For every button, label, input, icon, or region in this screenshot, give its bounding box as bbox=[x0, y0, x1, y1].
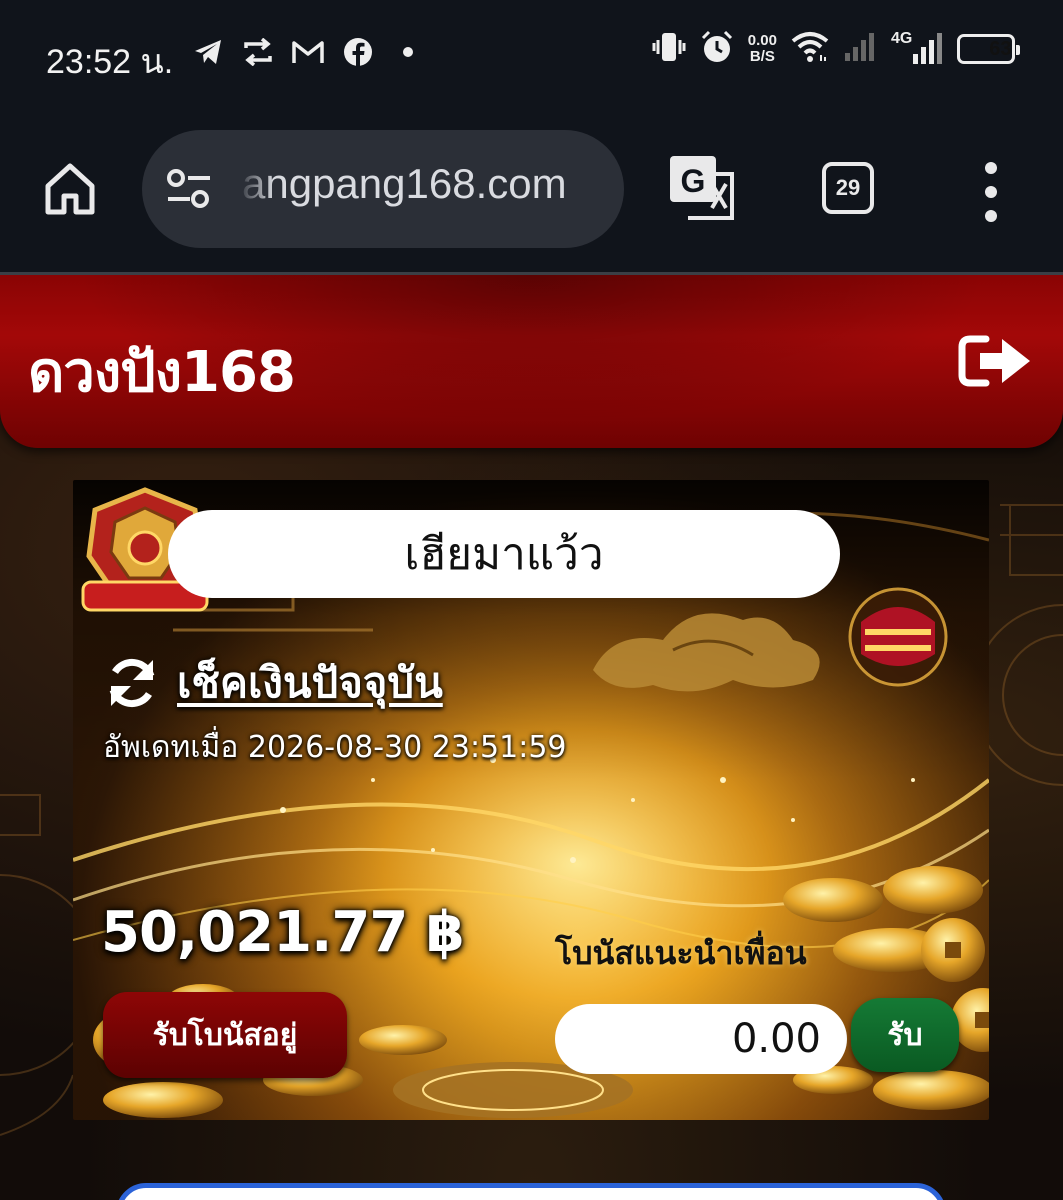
net-speed-unit: B/S bbox=[749, 48, 775, 65]
site-title: ดวงปัง168 bbox=[28, 340, 296, 405]
last-updated-text: อัพเดทเมื่อ 2026-08-30 23:51:59 bbox=[103, 730, 567, 765]
svg-text:G: G bbox=[681, 163, 706, 199]
home-button[interactable] bbox=[40, 158, 100, 218]
site-header: ดวงปัง168 bbox=[0, 275, 1063, 448]
friend-bonus-amount-field: 0.00 bbox=[555, 1004, 847, 1074]
url-fade bbox=[238, 160, 274, 220]
emblem-right-logo bbox=[843, 582, 953, 692]
alarm-icon bbox=[700, 30, 734, 68]
bonus-status-button[interactable]: รับโบนัสอยู่ bbox=[103, 992, 347, 1078]
more-vert-icon[interactable] bbox=[976, 162, 1006, 222]
wifi-icon bbox=[791, 31, 829, 67]
claim-bonus-label[interactable]: รับ bbox=[887, 1012, 922, 1059]
vibrate-icon bbox=[652, 30, 686, 68]
address-bar[interactable]: angpang168.com bbox=[142, 130, 624, 248]
translate-icon: G bbox=[670, 156, 734, 220]
battery-icon: 63 bbox=[957, 34, 1020, 64]
url-text[interactable]: angpang168.com bbox=[242, 160, 608, 208]
check-balance-label[interactable]: เช็คเงินปัจจุบัน bbox=[177, 650, 443, 716]
claim-bonus-button[interactable]: รับ bbox=[851, 998, 959, 1072]
bonus-status-label[interactable]: รับโบนัสอยู่ bbox=[153, 1012, 298, 1059]
check-balance-link[interactable]: เช็คเงินปัจจุบัน bbox=[103, 650, 443, 716]
next-section-button[interactable] bbox=[116, 1183, 946, 1200]
gmail-icon bbox=[292, 36, 324, 68]
system-icons: 0.00 B/S 4G 63 bbox=[652, 30, 1020, 68]
facebook-icon bbox=[342, 36, 374, 68]
dot-icon bbox=[392, 36, 424, 68]
status-bar: 23:52 น. 0.00 B/S 4G 63 bbox=[0, 0, 1063, 110]
net-speed-value: 0.00 bbox=[747, 32, 777, 49]
signal-icon bbox=[843, 31, 877, 67]
refresh-icon[interactable] bbox=[103, 654, 161, 712]
logout-icon bbox=[958, 335, 1030, 387]
sync-icon bbox=[242, 36, 274, 68]
translate-button[interactable]: G bbox=[668, 154, 736, 222]
site-settings-icon[interactable] bbox=[166, 168, 212, 210]
net-speed: 0.00 B/S bbox=[748, 33, 777, 65]
status-time: 23:52 น. bbox=[46, 43, 174, 81]
friend-bonus-label: โบนัสแนะนำเพื่อน bbox=[555, 934, 807, 972]
card-title-pill: เฮียมาแว้ว bbox=[168, 510, 840, 598]
home-icon bbox=[45, 163, 95, 215]
telegram-icon bbox=[192, 36, 224, 68]
tabs-button[interactable]: 29 bbox=[822, 162, 874, 214]
card-title: เฮียมาแว้ว bbox=[404, 529, 604, 580]
balance-amount: 50,021.77 ฿ bbox=[101, 900, 465, 965]
notification-icons bbox=[192, 36, 424, 68]
friend-bonus-amount: 0.00 bbox=[731, 1016, 821, 1062]
signal-4g-icon: 4G bbox=[891, 30, 943, 66]
wallet-card: เฮียมาแว้ว เช็คเงินปัจจุบัน อัพเดทเมื่อ … bbox=[73, 480, 989, 1120]
logout-button[interactable] bbox=[958, 331, 1034, 391]
web-page: ดวงปัง168 เฮียมาแว้ว เช็คเงินปัจจุบัน อั… bbox=[0, 275, 1063, 1200]
battery-level: 63 bbox=[989, 37, 1012, 60]
browser-toolbar: angpang168.com G 29 bbox=[0, 110, 1063, 275]
